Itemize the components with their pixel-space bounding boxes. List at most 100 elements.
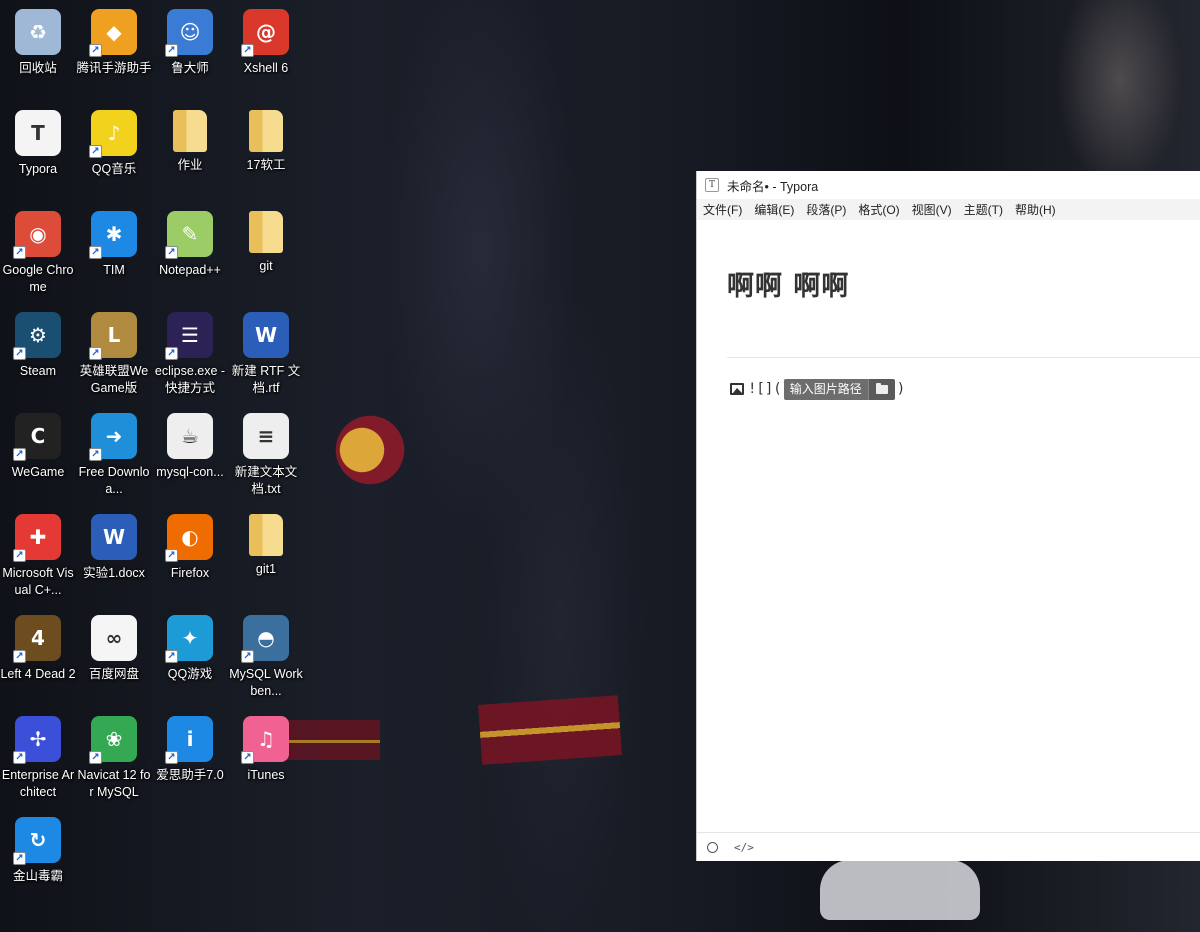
choose-image-folder-button[interactable] — [867, 378, 895, 400]
text-document-icon: ≡ — [243, 413, 289, 459]
menu-file[interactable]: 文件(F) — [703, 201, 742, 218]
desktop-icon-label: git1 — [255, 562, 277, 576]
menu-paragraph[interactable]: 段落(P) — [806, 201, 846, 218]
desktop-icon-label: 腾讯手游助手 — [76, 61, 152, 75]
shortcut-arrow-icon: ↗ — [13, 549, 26, 562]
desktop-icon[interactable]: ☰ ↗ eclipse.exe - 快捷方式 — [152, 306, 228, 402]
outline-toggle-icon[interactable] — [707, 841, 718, 853]
image-syntax-prefix: ![]( — [748, 381, 782, 397]
window-title-bar[interactable]: T 未命名• - Typora — [697, 171, 1200, 199]
desktop-icon[interactable]: ↻ ↗ 金山毒霸 — [0, 811, 76, 907]
desktop-icon[interactable]: C ↗ WeGame — [0, 407, 76, 503]
desktop-icon[interactable]: ♪ ↗ QQ音乐 — [76, 104, 152, 200]
shortcut-arrow-icon: ↗ — [13, 246, 26, 259]
itunes-icon: ♫ ↗ — [241, 716, 289, 764]
desktop-icon-label: 鲁大师 — [171, 61, 209, 75]
tim-icon: ✱ ↗ — [89, 211, 137, 259]
shortcut-arrow-icon: ↗ — [13, 448, 26, 461]
desktop-icon[interactable]: 作业 — [152, 104, 228, 200]
desktop-icon[interactable]: i ↗ 爱思助手7.0 — [152, 710, 228, 806]
desktop-icon[interactable]: ♫ ↗ iTunes — [228, 710, 304, 806]
menu-theme[interactable]: 主题(T) — [964, 201, 1003, 218]
menu-format[interactable]: 格式(O) — [858, 201, 899, 218]
folder-open-icon — [875, 382, 888, 394]
shortcut-arrow-icon: ↗ — [89, 448, 102, 461]
desktop-icon-label: MySQL Workben... — [229, 667, 303, 698]
shortcut-arrow-icon: ↗ — [13, 347, 26, 360]
notepad-plus-plus-icon: ✎ ↗ — [165, 211, 213, 259]
i4-assistant-icon: i ↗ — [165, 716, 213, 764]
desktop-icon[interactable]: git — [228, 205, 304, 301]
desktop-icon-label: 回收站 — [19, 61, 57, 75]
wallpaper-shoe — [820, 860, 980, 920]
folder-icon — [249, 110, 283, 152]
desktop-icon-label: 作业 — [177, 158, 203, 172]
desktop-icon[interactable]: ⚙ ↗ Steam — [0, 306, 76, 402]
desktop-icon[interactable]: ☕ mysql-con... — [152, 407, 228, 503]
shortcut-arrow-icon: ↗ — [89, 145, 102, 158]
shortcut-arrow-icon: ↗ — [165, 347, 178, 360]
desktop-icon-label: Enterprise Architect — [1, 768, 75, 799]
image-markdown-line[interactable]: ![]( 输入图片路径 ) — [730, 378, 905, 400]
desktop-icon[interactable]: 4 ↗ Left 4 Dead 2 — [0, 609, 76, 705]
desktop-icon[interactable]: ◓ ↗ MySQL Workben... — [228, 609, 304, 705]
document-heading[interactable]: 啊啊 啊啊 — [727, 264, 849, 303]
free-download-manager-icon: ➜ ↗ — [89, 413, 137, 461]
desktop-icon[interactable]: ◐ ↗ Firefox — [152, 508, 228, 604]
shortcut-arrow-icon: ↗ — [241, 751, 254, 764]
desktop-icon-label: QQ游戏 — [167, 667, 213, 681]
typora-app-icon: T — [705, 178, 719, 192]
menu-edit[interactable]: 编辑(E) — [754, 201, 794, 218]
shortcut-arrow-icon: ↗ — [241, 44, 254, 57]
window-title: 未命名• - Typora — [727, 179, 819, 194]
desktop-icon[interactable]: ◆ ↗ 腾讯手游助手 — [76, 3, 152, 99]
enterprise-architect-icon: ✢ ↗ — [13, 716, 61, 764]
menu-view[interactable]: 视图(V) — [912, 201, 952, 218]
desktop-icon-label: WeGame — [11, 465, 65, 479]
desktop-icon[interactable]: ✢ ↗ Enterprise Architect — [0, 710, 76, 806]
desktop-icon[interactable]: T Typora — [0, 104, 76, 200]
desktop-icon-label: git — [259, 259, 273, 273]
desktop-icon[interactable]: ❀ ↗ Navicat 12 for MySQL — [76, 710, 152, 806]
source-code-mode-icon[interactable]: </> — [734, 841, 754, 854]
desktop-icon[interactable]: L ↗ 英雄联盟WeGame版 — [76, 306, 152, 402]
desktop-icon-label: 新建文本文档.txt — [234, 465, 298, 496]
desktop-icon-label: mysql-con... — [156, 465, 224, 479]
desktop-icon[interactable]: ✦ ↗ QQ游戏 — [152, 609, 228, 705]
desktop-icon[interactable]: git1 — [228, 508, 304, 604]
desktop-icon[interactable]: ♻ 回收站 — [0, 3, 76, 99]
typora-icon: T — [15, 110, 61, 156]
desktop-icon[interactable]: @ ↗ Xshell 6 — [228, 3, 304, 99]
desktop-icon[interactable]: W 新建 RTF 文档.rtf — [228, 306, 304, 402]
shortcut-arrow-icon: ↗ — [165, 246, 178, 259]
desktop-icon[interactable]: ≡ 新建文本文档.txt — [228, 407, 304, 503]
desktop-icon[interactable]: ➜ ↗ Free Downloa... — [76, 407, 152, 503]
desktop-icon[interactable]: ∞ 百度网盘 — [76, 609, 152, 705]
shortcut-arrow-icon: ↗ — [165, 549, 178, 562]
shortcut-arrow-icon: ↗ — [89, 347, 102, 360]
image-path-input[interactable]: 输入图片路径 — [783, 378, 868, 400]
left-4-dead-2-icon: 4 ↗ — [13, 615, 61, 663]
desktop-icon-label: Free Downloa... — [78, 465, 150, 496]
desktop-icon-label: Microsoft Visual C+... — [2, 566, 74, 597]
desktop-icon[interactable]: W 实验1.docx — [76, 508, 152, 604]
desktop-icon-label: 英雄联盟WeGame版 — [79, 364, 149, 395]
desktop-icon-label: 实验1.docx — [83, 566, 145, 580]
shortcut-arrow-icon: ↗ — [165, 44, 178, 57]
desktop-icon-label: 17软工 — [246, 158, 286, 172]
status-bar: </> — [697, 832, 1200, 861]
desktop-icon[interactable]: ◉ ↗ Google Chrome — [0, 205, 76, 301]
xshell-icon: @ ↗ — [241, 9, 289, 57]
wallpaper-sock — [478, 695, 622, 765]
desktop-icon[interactable]: ✱ ↗ TIM — [76, 205, 152, 301]
menu-help[interactable]: 帮助(H) — [1015, 201, 1056, 218]
desktop-icon-label: Typora — [18, 162, 58, 176]
desktop-icon[interactable]: ✎ ↗ Notepad++ — [152, 205, 228, 301]
desktop-icon[interactable]: ✚ ↗ Microsoft Visual C+... — [0, 508, 76, 604]
shortcut-arrow-icon: ↗ — [89, 246, 102, 259]
desktop-icon[interactable]: 17软工 — [228, 104, 304, 200]
desktop-icon[interactable]: ☺ ↗ 鲁大师 — [152, 3, 228, 99]
editor-area[interactable]: 啊啊 啊啊 ![]( 输入图片路径 ) — [697, 220, 1200, 832]
desktop-icon-label: 金山毒霸 — [12, 869, 63, 883]
shortcut-arrow-icon: ↗ — [241, 650, 254, 663]
